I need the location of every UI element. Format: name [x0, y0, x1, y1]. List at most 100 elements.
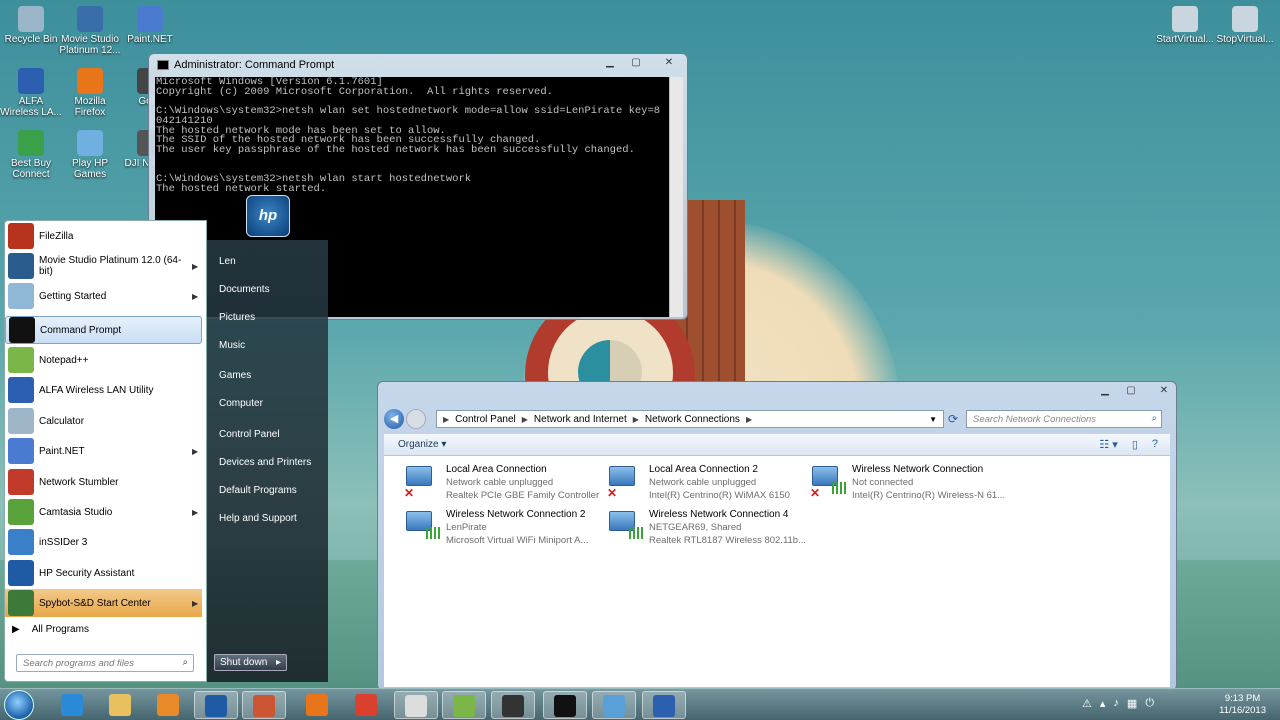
start-menu-place[interactable]: Music [219, 340, 245, 351]
start-menu-place[interactable]: Help and Support [219, 513, 297, 524]
connection-name: Wireless Network Connection 4 [649, 509, 789, 520]
start-menu-item[interactable]: Paint.NET ▶ [5, 437, 202, 465]
desktop-icon[interactable]: Play HP Games [59, 130, 121, 180]
desktop-icon[interactable]: Movie Studio Platinum 12... [59, 6, 121, 56]
minimize-button[interactable]: ▁ [597, 55, 623, 71]
cmd-scrollbar[interactable] [669, 77, 683, 317]
taskbar-app-firefox[interactable] [295, 691, 339, 719]
breadcrumb-network-connections[interactable]: Network Connections [645, 414, 740, 425]
desktop-icon[interactable]: Best Buy Connect [0, 130, 62, 180]
chevron-right-icon[interactable]: ▸ [276, 657, 281, 668]
camtasia-icon [453, 695, 475, 717]
start-menu-place[interactable]: Documents [219, 284, 270, 295]
network-connection-item[interactable]: Wireless Network Connection 2 LenPirate Mi… [394, 507, 594, 549]
cmd-title-bar[interactable]: Administrator: Command Prompt [157, 59, 334, 71]
start-menu-place[interactable]: Computer [219, 398, 263, 409]
taskbar-app-network[interactable] [592, 691, 636, 719]
taskbar-app-internet-explorer[interactable] [50, 691, 94, 719]
taskbar-app-cmd[interactable] [543, 691, 587, 719]
desktop-icon-label: Recycle Bin [4, 34, 58, 45]
clock-date: 11/16/2013 [1219, 705, 1266, 716]
minimize-button[interactable]: ▁ [1092, 383, 1118, 399]
app-icon [137, 6, 163, 32]
start-button[interactable] [4, 690, 34, 720]
breadcrumb-control-panel[interactable]: Control Panel [455, 414, 516, 425]
taskbar-app-dji[interactable] [491, 691, 535, 719]
desktop-icon[interactable]: StopVirtual... [1214, 6, 1276, 45]
network-icon[interactable]: ▦ [1127, 697, 1137, 710]
organize-button[interactable]: Organize ▾ [398, 439, 446, 450]
desktop-icon[interactable]: ALFA Wireless LA... [0, 68, 62, 118]
search-icon[interactable]: ⌕ [1152, 413, 1157, 424]
start-menu-place[interactable]: Games [219, 370, 251, 381]
help-icon[interactable]: ? [1152, 438, 1158, 451]
start-menu-place[interactable]: Len [219, 256, 236, 267]
start-menu-item[interactable]: inSSIDer 3 [5, 528, 202, 556]
network-connection-item[interactable]: ✕ Local Area Connection Network cable unpl… [394, 462, 599, 504]
taskbar-app-notepad[interactable] [394, 691, 438, 719]
taskbar-app-printer[interactable] [242, 691, 286, 719]
desktop-icon[interactable]: Recycle Bin [0, 6, 62, 45]
start-menu-item[interactable]: Camtasia Studio ▶ [5, 498, 202, 526]
start-menu-item[interactable]: HP Security Assistant [5, 559, 202, 587]
breadcrumb-network-internet[interactable]: Network and Internet [534, 414, 627, 425]
search-icon[interactable]: ⌕ [183, 657, 188, 668]
network-connection-item[interactable]: ✕ Local Area Connection 2 Network cable un… [597, 462, 797, 504]
desktop-icon[interactable]: Paint.NET [119, 6, 181, 45]
start-menu-item[interactable]: Getting Started ▶ [5, 282, 202, 310]
start-menu-place[interactable]: Control Panel [219, 429, 280, 440]
explorer-icon [109, 694, 131, 716]
start-menu-item[interactable]: Network Stumbler [5, 468, 202, 496]
taskbar-app-explorer[interactable] [98, 691, 142, 719]
hp-logo-text: hp [258, 207, 278, 224]
warning-icon[interactable]: ⚠ [1082, 697, 1092, 710]
start-menu-item-label: inSSIDer 3 [39, 536, 88, 548]
taskbar-app-camtasia[interactable] [442, 691, 486, 719]
start-menu-item[interactable]: Movie Studio Platinum 12.0 (64-bit) ▶ [5, 252, 202, 280]
start-search-input[interactable]: Search programs and files ⌕ [16, 654, 194, 672]
network-connection-item[interactable]: ✕ Wireless Network Connection Not connecte… [800, 462, 1005, 504]
start-menu-item[interactable]: FileZilla [5, 222, 202, 250]
start-menu-item[interactable]: Command Prompt [5, 316, 202, 344]
taskbar-app-hp[interactable] [194, 691, 238, 719]
clock[interactable]: 9:13 PM 11/16/2013 [1219, 693, 1266, 717]
chevron-down-icon[interactable]: ▼ [929, 415, 937, 424]
preview-pane-icon[interactable]: ▯ [1132, 438, 1138, 451]
search-network-input[interactable]: Search Network Connections ⌕ [966, 410, 1162, 428]
volume-icon[interactable]: ♪ [1113, 697, 1119, 710]
submenu-arrow-icon: ▶ [192, 261, 199, 271]
network-connections-window[interactable]: ▁ ▢ ✕ ◀ ▶ Control Panel ▶ Network and In… [377, 381, 1177, 691]
network-connection-item[interactable]: Wireless Network Connection 4 NETGEAR69, … [597, 507, 806, 549]
chevron-right-icon: ▶ [521, 414, 528, 424]
submenu-arrow-icon: ▶ [192, 598, 199, 608]
start-menu-item-label: Movie Studio Platinum 12.0 (64-bit) [39, 255, 182, 277]
forward-button[interactable] [406, 409, 426, 429]
submenu-arrow-icon: ▶ [192, 446, 199, 456]
close-button[interactable]: ✕ [649, 55, 689, 71]
taskbar-app-media-player[interactable] [146, 691, 190, 719]
start-menu-item[interactable]: Spybot-S&D Start Center ▶ [5, 589, 202, 617]
start-menu-item[interactable]: ALFA Wireless LAN Utility [5, 376, 202, 404]
change-view-icon[interactable]: ☷ ▾ [1099, 438, 1117, 451]
power-icon[interactable]: ⏻ [1145, 697, 1154, 710]
close-button[interactable]: ✕ [1144, 383, 1184, 399]
all-programs-button[interactable]: ▶ All Programs [12, 624, 89, 635]
address-bar[interactable]: ▶ Control Panel ▶ Network and Internet ▶… [436, 410, 944, 428]
start-menu-place[interactable]: Devices and Printers [219, 457, 311, 468]
desktop-icon[interactable]: StartVirtual... [1154, 6, 1216, 45]
start-menu-place[interactable]: Default Programs [219, 485, 297, 496]
hp-user-picture[interactable]: hp [246, 195, 290, 237]
back-button[interactable]: ◀ [384, 409, 404, 429]
start-menu-place[interactable]: Pictures [219, 312, 255, 323]
shutdown-button[interactable]: Shut down ▸ [214, 654, 287, 671]
refresh-icon[interactable]: ⟳ [944, 412, 962, 426]
start-menu-item[interactable]: Calculator [5, 407, 202, 435]
desktop-icon[interactable]: Mozilla Firefox [59, 68, 121, 118]
maximize-button[interactable]: ▢ [623, 55, 649, 71]
taskbar-app-chrome[interactable] [344, 691, 388, 719]
submenu-arrow-icon: ▶ [192, 507, 199, 517]
chevron-up-icon[interactable]: ▴ [1100, 697, 1106, 710]
taskbar-app-alfa[interactable] [642, 691, 686, 719]
maximize-button[interactable]: ▢ [1118, 383, 1144, 399]
start-menu-item[interactable]: Notepad++ [5, 346, 202, 374]
